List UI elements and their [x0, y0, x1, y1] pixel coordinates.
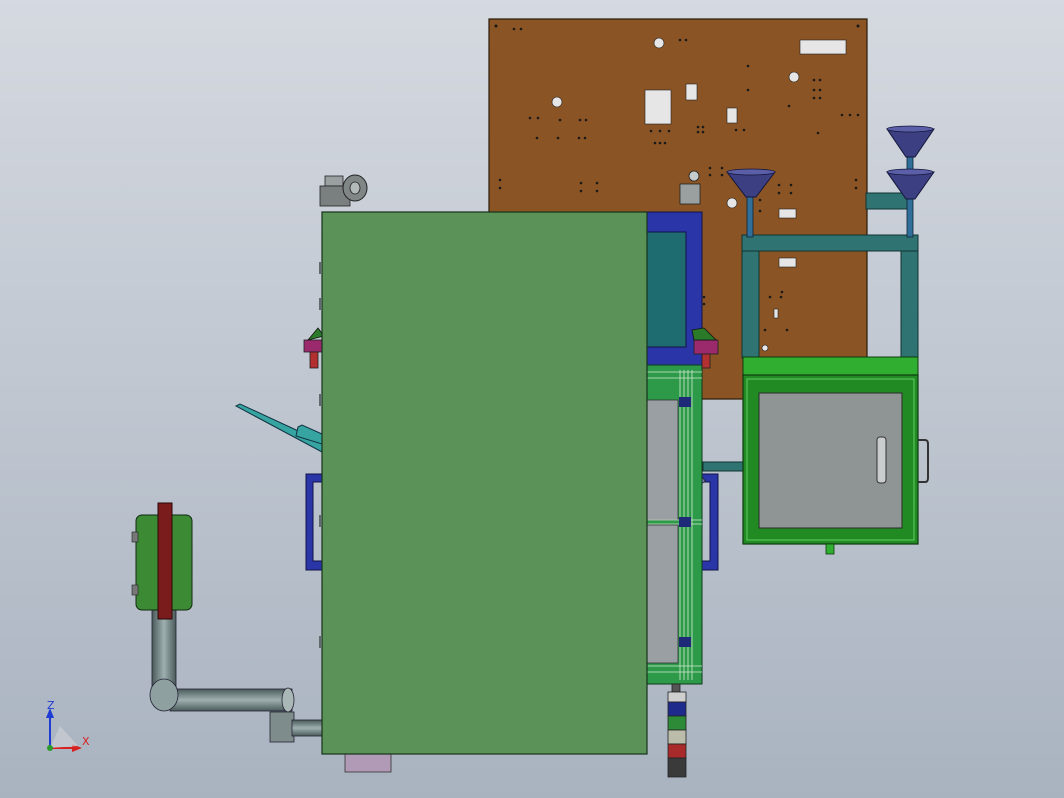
z-axis-label: Z — [47, 699, 55, 712]
stack-light-segment — [667, 691, 687, 703]
cad-viewport[interactable]: Z X — [0, 0, 1064, 798]
front-panel[interactable] — [321, 211, 648, 755]
center-rack — [645, 364, 703, 685]
stack-light-segment — [667, 701, 687, 717]
stack-light-segment — [667, 743, 687, 759]
stack-light-segment — [667, 729, 687, 745]
base-plate — [344, 751, 392, 773]
motor — [131, 502, 193, 620]
stack-light-segment — [667, 715, 687, 731]
x-axis-label: X — [82, 735, 90, 748]
assembly-drawing — [0, 0, 1064, 798]
stack-light-segment — [667, 757, 687, 778]
stack-light — [667, 683, 687, 778]
door-handle[interactable] — [876, 436, 887, 484]
right-cabinet — [742, 356, 929, 555]
